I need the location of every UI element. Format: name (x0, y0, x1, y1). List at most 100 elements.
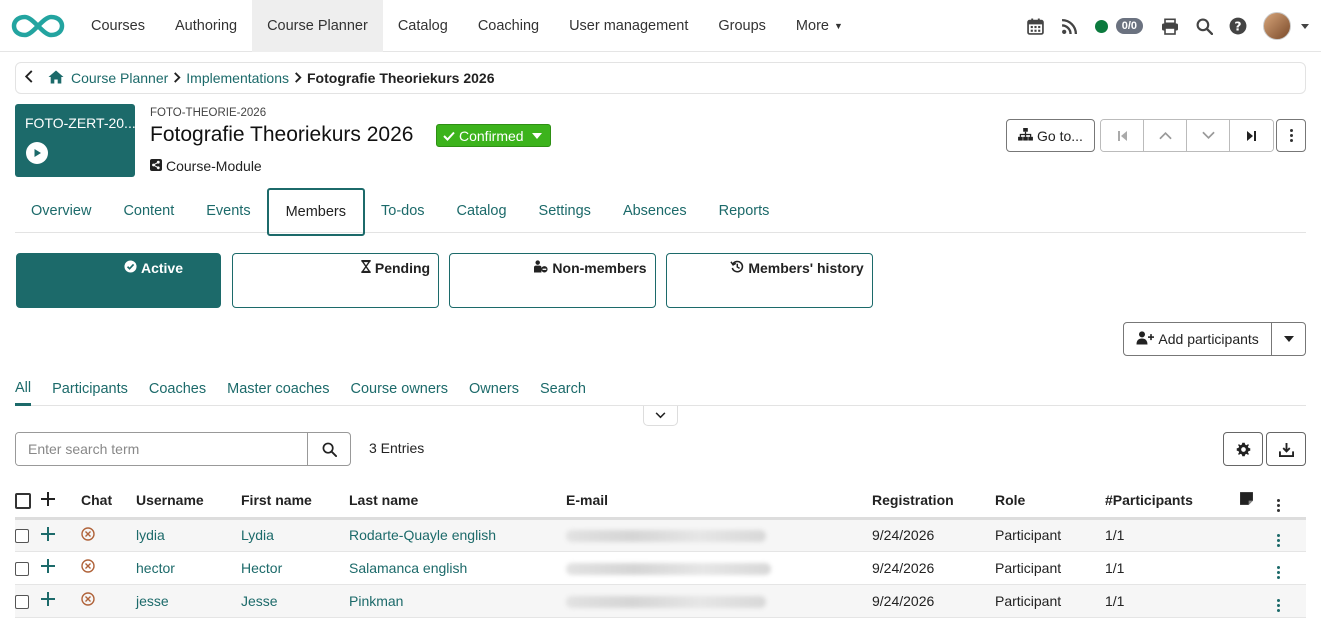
check-icon (443, 128, 455, 144)
search-icon[interactable] (1187, 9, 1221, 43)
status-dropdown[interactable]: Confirmed (436, 124, 551, 147)
row-first-name[interactable]: Jesse (241, 584, 349, 618)
tab-catalog[interactable]: Catalog (441, 189, 523, 233)
subtab-course-owners[interactable]: Course owners (350, 372, 448, 406)
more-actions-button[interactable] (1276, 119, 1306, 152)
user-menu-caret-icon[interactable] (1301, 23, 1309, 29)
tab-members[interactable]: Members (266, 188, 366, 236)
tab-content[interactable]: Content (107, 189, 190, 233)
search-submit-button[interactable] (307, 433, 350, 465)
last-item-button[interactable] (1230, 120, 1273, 151)
subtab-all[interactable]: All (15, 372, 32, 406)
table-settings-button[interactable] (1223, 432, 1263, 466)
nav-catalog[interactable]: Catalog (383, 0, 463, 52)
row-username[interactable]: hector (136, 551, 241, 585)
panel-non-members[interactable]: Non-members (449, 253, 656, 308)
tab-reports[interactable]: Reports (703, 189, 786, 233)
calendar-icon[interactable] (1019, 9, 1053, 43)
sitemap-icon (1018, 127, 1033, 144)
check-circle-icon (124, 260, 137, 276)
row-first-name[interactable]: Lydia (241, 518, 349, 552)
col-chat[interactable]: Chat (81, 484, 136, 520)
row-username[interactable]: jesse (136, 584, 241, 618)
subtab-master-coaches[interactable]: Master coaches (227, 372, 329, 406)
print-icon[interactable] (1153, 9, 1187, 43)
row-last-name[interactable]: Rodarte-Quayle english (349, 518, 566, 552)
col-email[interactable]: E-mail (566, 484, 872, 520)
subtab-owners[interactable]: Owners (469, 372, 519, 406)
course-thumbnail[interactable]: FOTO-ZERT-20... (15, 104, 136, 177)
nav-coaching[interactable]: Coaching (463, 0, 554, 52)
row-actions-kebab-icon[interactable] (1277, 566, 1280, 579)
presence-status-icon[interactable] (1094, 19, 1108, 33)
nav-more[interactable]: More ▼ (781, 0, 858, 52)
app-logo[interactable] (0, 0, 76, 52)
select-all-checkbox[interactable] (15, 492, 31, 509)
col-username[interactable]: Username (136, 484, 241, 520)
notification-counter[interactable]: 0/0 (1115, 18, 1143, 34)
panel-active-members[interactable]: Active (16, 253, 221, 308)
hourglass-icon (361, 260, 371, 276)
col-participants[interactable]: #Participants (1105, 484, 1239, 520)
top-right-tools: 0/0 ? (1019, 0, 1321, 52)
row-last-name[interactable]: Salamanca english (349, 551, 566, 585)
col-role[interactable]: Role (995, 484, 1105, 520)
breadcrumb-course-planner[interactable]: Course Planner (71, 70, 168, 86)
add-participants-dropdown[interactable] (1272, 323, 1305, 355)
plus-icon[interactable] (41, 526, 55, 541)
go-to-button[interactable]: Go to... (1006, 119, 1095, 152)
tab-overview[interactable]: Overview (15, 189, 107, 233)
plus-icon[interactable] (41, 491, 55, 506)
row-actions-kebab-icon[interactable] (1277, 533, 1280, 547)
add-participants-button[interactable]: Add participants (1124, 323, 1273, 355)
next-item-button[interactable] (1187, 120, 1230, 151)
table-header-row: Chat Username First name Last name E-mai… (15, 484, 1306, 520)
download-icon (1278, 442, 1294, 457)
previous-item-button[interactable] (1144, 120, 1187, 151)
nav-course-planner[interactable]: Course Planner (252, 0, 383, 52)
plus-icon[interactable] (41, 592, 55, 606)
chat-offline-icon[interactable] (81, 559, 95, 573)
row-first-name[interactable]: Hector (241, 551, 349, 585)
nav-user-management[interactable]: User management (554, 0, 703, 52)
col-first-name[interactable]: First name (241, 484, 349, 520)
nav-groups[interactable]: Groups (703, 0, 781, 52)
back-chevron-icon[interactable] (24, 70, 34, 86)
row-last-name[interactable]: Pinkman (349, 584, 566, 618)
panel-members-history[interactable]: Members' history (666, 253, 873, 308)
nav-courses[interactable]: Courses (76, 0, 160, 52)
row-checkbox[interactable] (15, 594, 29, 609)
tab-settings[interactable]: Settings (523, 189, 607, 233)
col-last-name[interactable]: Last name (349, 484, 566, 520)
expand-filters-toggle[interactable] (643, 406, 678, 426)
row-actions-kebab-icon[interactable] (1277, 599, 1280, 612)
user-avatar[interactable] (1263, 12, 1291, 40)
subtab-participants[interactable]: Participants (52, 372, 128, 406)
search-form (15, 432, 351, 466)
subtab-search[interactable]: Search (540, 372, 586, 406)
tab-to-dos[interactable]: To-dos (365, 189, 441, 233)
row-role: Participant (995, 551, 1105, 585)
row-checkbox[interactable] (15, 561, 29, 576)
row-checkbox[interactable] (15, 529, 29, 544)
panel-members-history-label: Members' history (748, 260, 864, 276)
kebab-menu-icon[interactable] (1277, 498, 1280, 512)
rss-feed-icon[interactable] (1053, 9, 1087, 43)
search-input[interactable] (16, 433, 308, 465)
tab-absences[interactable]: Absences (607, 189, 703, 233)
export-download-button[interactable] (1266, 432, 1306, 466)
chat-offline-icon[interactable] (81, 526, 95, 541)
nav-authoring[interactable]: Authoring (160, 0, 252, 52)
chat-offline-icon[interactable] (81, 592, 95, 606)
panel-pending-members[interactable]: Pending (232, 253, 439, 308)
tab-events[interactable]: Events (190, 189, 266, 233)
home-icon[interactable] (48, 70, 64, 87)
help-icon[interactable]: ? (1221, 9, 1255, 43)
first-item-button[interactable] (1101, 120, 1144, 151)
play-icon[interactable] (26, 142, 48, 164)
row-username[interactable]: lydia (136, 518, 241, 552)
subtab-coaches[interactable]: Coaches (149, 372, 206, 406)
col-registration[interactable]: Registration (872, 484, 995, 520)
breadcrumb-implementations[interactable]: Implementations (186, 70, 289, 86)
plus-icon[interactable] (41, 559, 55, 573)
